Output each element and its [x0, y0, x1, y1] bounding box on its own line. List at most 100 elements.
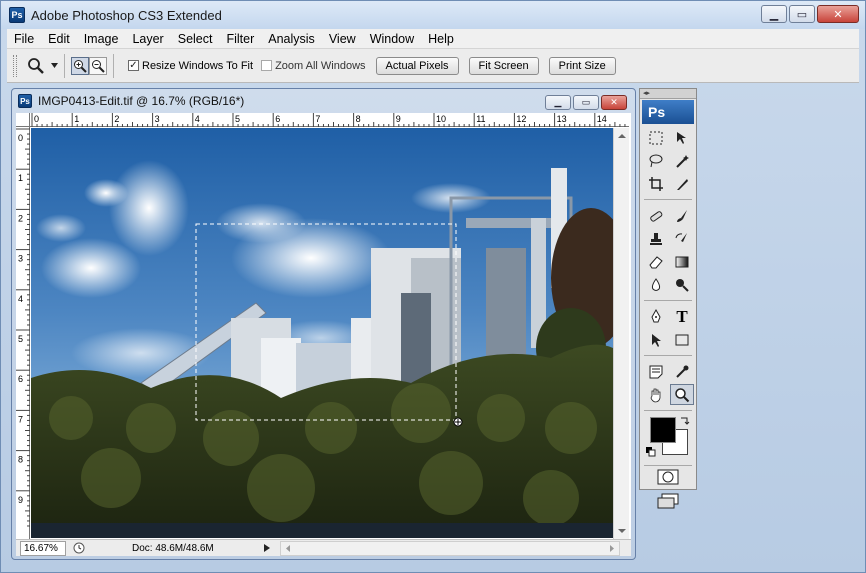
- scroll-right-icon[interactable]: [607, 542, 617, 555]
- fit-screen-button[interactable]: Fit Screen: [468, 56, 539, 75]
- ruler-left-label: 7: [18, 414, 23, 424]
- horizontal-ruler[interactable]: 0 1 2 3 4 5 6 7 8 9 10 11 12 13 14: [30, 113, 629, 127]
- maximize-button[interactable]: ▭: [789, 5, 815, 23]
- options-grip-handle[interactable]: [13, 54, 17, 77]
- ruler-origin[interactable]: [16, 113, 30, 127]
- marquee-tool[interactable]: [644, 127, 668, 148]
- crop-icon: [649, 176, 663, 191]
- screen-mode-button[interactable]: [640, 493, 696, 509]
- tool-preset-picker[interactable]: [27, 57, 58, 75]
- scroll-down-icon[interactable]: [614, 525, 630, 537]
- title-bar[interactable]: Ps Adobe Photoshop CS3 Extended ▁ ▭ ✕: [1, 1, 865, 29]
- healing-brush-tool[interactable]: [644, 205, 668, 226]
- zoom-in-icon: [74, 59, 87, 73]
- photo-canvas[interactable]: [31, 128, 613, 538]
- doc-minimize-button[interactable]: ▁: [545, 95, 571, 110]
- document-title-bar[interactable]: Ps IMGP0413-Edit.tif @ 16.7% (RGB/16*) ▁…: [12, 89, 635, 113]
- crop-tool[interactable]: [644, 173, 668, 194]
- scroll-left-icon[interactable]: [283, 542, 293, 555]
- tools-separator: [644, 465, 692, 466]
- minimize-button[interactable]: ▁: [761, 5, 787, 23]
- slice-tool[interactable]: [670, 173, 694, 194]
- ruler-left-label: 3: [18, 254, 23, 264]
- resize-windows-checkbox[interactable]: ✓ Resize Windows To Fit: [128, 60, 253, 72]
- tools-separator: [644, 410, 692, 411]
- vertical-scrollbar[interactable]: [613, 128, 629, 539]
- zoom-tool-icon: [28, 57, 44, 74]
- zoom-tool-icon: [675, 387, 690, 402]
- path-selection-tool[interactable]: [644, 329, 668, 350]
- hand-tool[interactable]: [644, 384, 668, 405]
- zoom-level-field[interactable]: 16.67%: [20, 540, 66, 556]
- ruler-ticks: 0 1 2 3 4 5 6 7 8 9: [16, 128, 30, 527]
- menu-image[interactable]: Image: [77, 32, 126, 46]
- default-colors-icon[interactable]: [646, 447, 656, 457]
- zoom-all-windows-checkbox[interactable]: Zoom All Windows: [261, 60, 366, 72]
- checkbox-unchecked[interactable]: [261, 60, 273, 71]
- tools-panel-header[interactable]: ◂▸: [640, 89, 696, 99]
- status-menu-arrow-icon[interactable]: [262, 542, 272, 554]
- dodge-tool[interactable]: [670, 274, 694, 295]
- actual-pixels-button[interactable]: Actual Pixels: [375, 56, 459, 75]
- magic-wand-icon: [676, 154, 689, 168]
- menu-edit[interactable]: Edit: [41, 32, 77, 46]
- ruler-top-label: 9: [396, 114, 401, 124]
- ruler-top-label: 4: [195, 114, 200, 124]
- swap-colors-icon[interactable]: [680, 415, 690, 425]
- lasso-tool[interactable]: [644, 150, 668, 171]
- blur-tool[interactable]: [644, 274, 668, 295]
- menu-view[interactable]: View: [322, 32, 363, 46]
- menu-file[interactable]: File: [7, 32, 41, 46]
- pen-tool[interactable]: [644, 306, 668, 327]
- history-brush-tool[interactable]: [670, 228, 694, 249]
- close-button[interactable]: ✕: [817, 5, 859, 23]
- eraser-icon: [649, 255, 663, 268]
- menu-select[interactable]: Select: [171, 32, 220, 46]
- resize-windows-label: Resize Windows To Fit: [142, 59, 254, 72]
- move-tool[interactable]: [670, 127, 694, 148]
- eyedropper-icon: [676, 365, 689, 378]
- vertical-ruler[interactable]: 0 1 2 3 4 5 6 7 8 9: [16, 127, 30, 539]
- minimize-icon: ▁: [769, 8, 779, 21]
- foreground-color-swatch[interactable]: [650, 417, 676, 443]
- status-info-icon[interactable]: [72, 541, 86, 555]
- checkbox-checked[interactable]: ✓: [128, 60, 139, 71]
- menu-help[interactable]: Help: [421, 32, 461, 46]
- shape-tool[interactable]: [670, 329, 694, 350]
- menu-filter[interactable]: Filter: [219, 32, 261, 46]
- clone-stamp-tool[interactable]: [644, 228, 668, 249]
- eyedropper-tool[interactable]: [670, 361, 694, 382]
- quick-mask-button[interactable]: [640, 469, 696, 485]
- menu-layer[interactable]: Layer: [125, 32, 170, 46]
- zoom-tool[interactable]: [670, 384, 694, 405]
- quick-mask-icon: [657, 469, 679, 485]
- type-tool[interactable]: T: [670, 306, 694, 327]
- menu-window[interactable]: Window: [363, 32, 421, 46]
- ruler-top-label: 5: [235, 114, 240, 124]
- horizontal-scrollbar[interactable]: [280, 540, 620, 556]
- zoom-in-mode-button[interactable]: [71, 56, 89, 75]
- scroll-up-icon[interactable]: [614, 130, 630, 142]
- gradient-tool[interactable]: [670, 251, 694, 272]
- menu-analysis[interactable]: Analysis: [261, 32, 322, 46]
- ruler-top-label: 13: [557, 114, 567, 124]
- screen-mode-icon: [657, 493, 679, 509]
- document-ps-icon: Ps: [18, 94, 32, 108]
- move-icon: [677, 131, 686, 144]
- ruler-top-label: 10: [436, 114, 446, 124]
- tools-ps-logo[interactable]: Ps: [642, 100, 694, 124]
- ruler-top-label: 8: [356, 114, 361, 124]
- doc-maximize-button[interactable]: ▭: [573, 95, 599, 110]
- options-separator: [113, 53, 114, 78]
- path-select-icon: [652, 333, 661, 347]
- history-brush-icon: [675, 232, 687, 242]
- menu-bar: File Edit Image Layer Select Filter Analysis Vi…: [7, 29, 859, 49]
- print-size-button[interactable]: Print Size: [548, 56, 616, 75]
- eraser-tool[interactable]: [644, 251, 668, 272]
- zoom-out-mode-button[interactable]: [89, 56, 107, 75]
- brush-tool[interactable]: [670, 205, 694, 226]
- window-controls: ▁ ▭ ✕: [761, 5, 859, 23]
- notes-tool[interactable]: [644, 361, 668, 382]
- doc-close-button[interactable]: ✕: [601, 95, 627, 110]
- magic-wand-tool[interactable]: [670, 150, 694, 171]
